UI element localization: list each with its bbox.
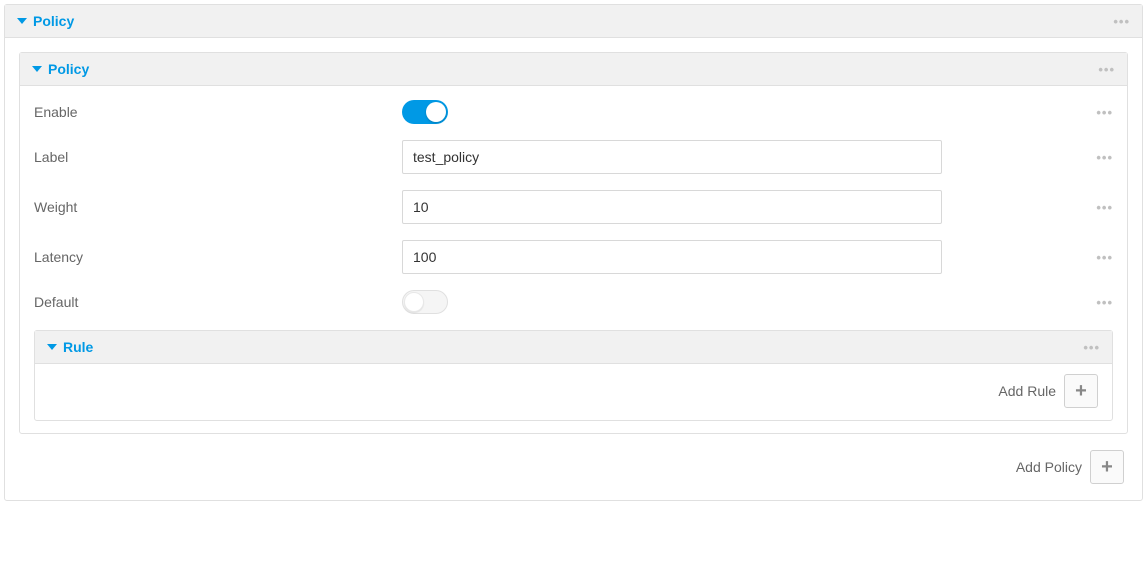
outer-policy-footer: Add Policy +: [19, 442, 1128, 488]
inner-policy-panel: Policy ••• Enable •••: [19, 52, 1128, 434]
add-rule-label: Add Rule: [998, 383, 1056, 399]
weight-control: [402, 190, 1084, 224]
label-row: Label •••: [34, 140, 1113, 174]
weight-row: Weight •••: [34, 190, 1113, 224]
weight-label: Weight: [34, 199, 402, 215]
add-policy-button[interactable]: +: [1090, 450, 1124, 484]
enable-label: Enable: [34, 104, 402, 120]
outer-policy-header[interactable]: Policy •••: [5, 5, 1142, 38]
default-row: Default •••: [34, 290, 1113, 314]
rule-panel-title-text: Rule: [63, 339, 93, 355]
toggle-knob: [404, 292, 424, 312]
latency-control: [402, 240, 1084, 274]
outer-policy-title: Policy: [17, 13, 74, 29]
plus-icon: +: [1101, 456, 1113, 479]
label-input[interactable]: [402, 140, 942, 174]
default-control: [402, 290, 1084, 314]
weight-input[interactable]: [402, 190, 942, 224]
enable-toggle[interactable]: [402, 100, 448, 124]
ellipsis-icon[interactable]: •••: [1098, 62, 1115, 77]
enable-control: [402, 100, 1084, 124]
default-row-actions: •••: [1084, 294, 1113, 310]
caret-down-icon: [32, 66, 42, 72]
ellipsis-icon[interactable]: •••: [1083, 340, 1100, 355]
inner-policy-header[interactable]: Policy •••: [20, 53, 1127, 86]
ellipsis-icon[interactable]: •••: [1096, 105, 1113, 120]
ellipsis-icon[interactable]: •••: [1096, 295, 1113, 310]
rule-panel-header[interactable]: Rule •••: [35, 331, 1112, 364]
default-label: Default: [34, 294, 402, 310]
ellipsis-icon[interactable]: •••: [1096, 250, 1113, 265]
label-row-actions: •••: [1084, 149, 1113, 165]
toggle-knob: [426, 102, 446, 122]
outer-policy-body: Policy ••• Enable •••: [5, 38, 1142, 500]
ellipsis-icon[interactable]: •••: [1113, 14, 1130, 29]
latency-label: Latency: [34, 249, 402, 265]
inner-policy-title-text: Policy: [48, 61, 89, 77]
rule-panel-title: Rule: [47, 339, 93, 355]
inner-policy-body: Enable ••• Label: [20, 86, 1127, 433]
rule-panel-footer: Add Rule +: [35, 364, 1112, 420]
rule-panel-body: Add Rule +: [35, 364, 1112, 420]
caret-down-icon: [47, 344, 57, 350]
outer-policy-title-text: Policy: [33, 13, 74, 29]
caret-down-icon: [17, 18, 27, 24]
ellipsis-icon[interactable]: •••: [1096, 200, 1113, 215]
default-toggle[interactable]: [402, 290, 448, 314]
inner-policy-title: Policy: [32, 61, 89, 77]
rule-panel: Rule ••• Add Rule +: [34, 330, 1113, 421]
latency-row: Latency •••: [34, 240, 1113, 274]
add-policy-label: Add Policy: [1016, 459, 1082, 475]
label-control: [402, 140, 1084, 174]
latency-row-actions: •••: [1084, 249, 1113, 265]
latency-input[interactable]: [402, 240, 942, 274]
enable-row: Enable •••: [34, 100, 1113, 124]
label-label: Label: [34, 149, 402, 165]
outer-policy-panel: Policy ••• Policy ••• Enable: [4, 4, 1143, 501]
add-rule-button[interactable]: +: [1064, 374, 1098, 408]
enable-row-actions: •••: [1084, 104, 1113, 120]
ellipsis-icon[interactable]: •••: [1096, 150, 1113, 165]
weight-row-actions: •••: [1084, 199, 1113, 215]
plus-icon: +: [1075, 380, 1087, 403]
